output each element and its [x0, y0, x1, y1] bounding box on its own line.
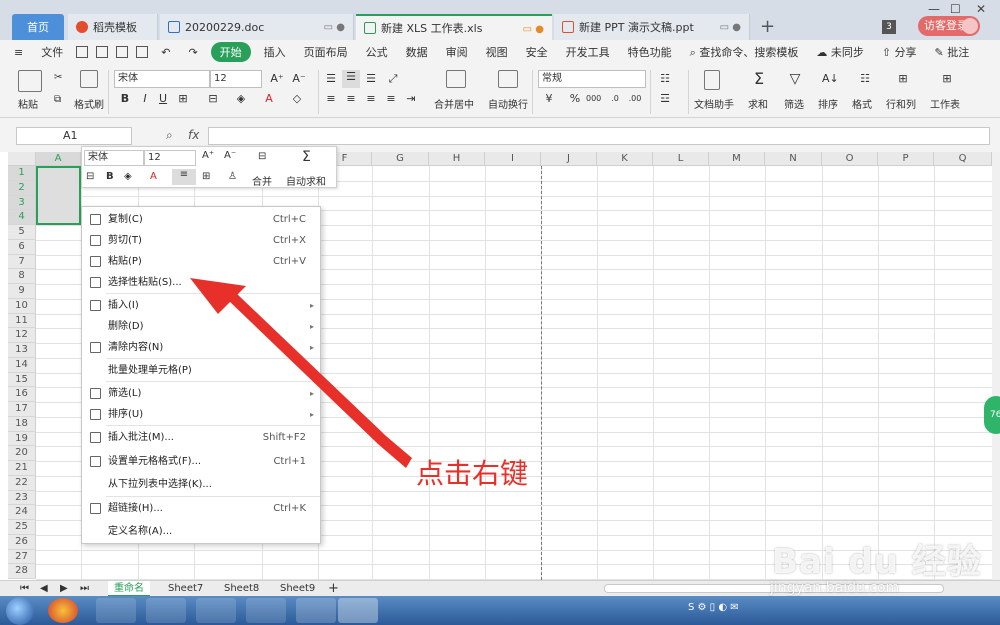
sheet-tab-sheet8[interactable]: Sheet8	[218, 581, 265, 597]
add-sheet-icon[interactable]: +	[322, 581, 345, 597]
sheet-nav-prev-icon[interactable]: ◀	[34, 581, 54, 597]
baidu-watermark: Bai du 经验	[772, 542, 982, 582]
annotation-arrow	[190, 278, 412, 468]
sheet-tab-sheet7[interactable]: Sheet7	[162, 581, 209, 597]
taskbar-explorer-icon[interactable]	[338, 598, 378, 623]
taskbar-app-icon[interactable]	[48, 598, 78, 623]
taskbar-browser-icon[interactable]	[146, 598, 186, 623]
sheet-nav-last-icon[interactable]: ⏭	[74, 581, 95, 597]
system-tray-icons[interactable]: S ⚙ ▯ ◐ ✉	[688, 602, 739, 613]
windows-taskbar: S ⚙ ▯ ◐ ✉	[0, 596, 1000, 625]
arrow-shaft	[228, 293, 412, 468]
side-float-badge[interactable]: 76	[984, 396, 1000, 434]
windows-start-icon[interactable]	[6, 597, 34, 625]
annotation-text: 点击右键	[416, 457, 529, 490]
sheet-tab-rename[interactable]: 重命名	[108, 581, 150, 597]
sheet-tab-sheet9[interactable]: Sheet9	[274, 581, 321, 597]
taskbar-wps-icon[interactable]	[296, 598, 336, 623]
taskbar-ie-icon[interactable]	[96, 598, 136, 623]
taskbar-wechat-icon[interactable]	[246, 598, 286, 623]
sheet-nav-next-icon[interactable]: ▶	[54, 581, 74, 597]
taskbar-360-icon[interactable]	[196, 598, 236, 623]
baidu-watermark-url: jingyan.baidu.com	[770, 580, 900, 596]
sheet-nav-first-icon[interactable]: ⏮	[14, 581, 35, 597]
